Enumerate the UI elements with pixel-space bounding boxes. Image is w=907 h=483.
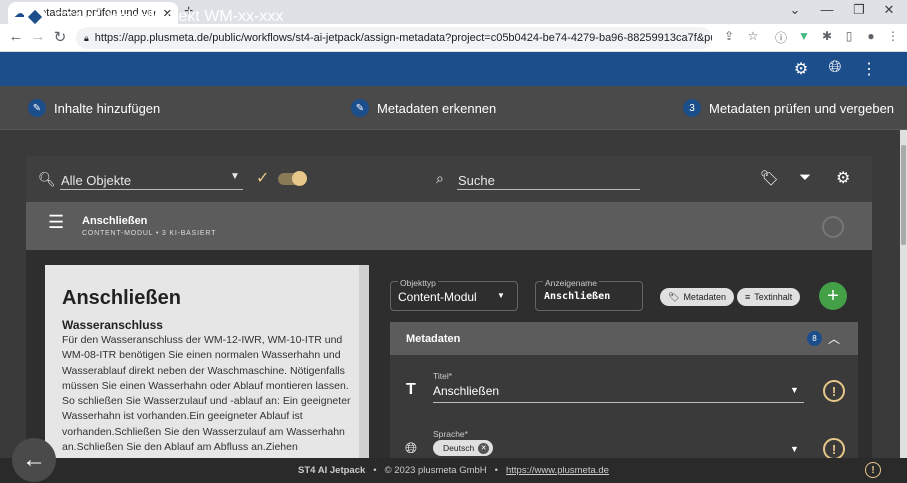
preview-scrollbar[interactable] (359, 265, 369, 458)
warning-icon: ! (823, 380, 845, 402)
step-metadaten-pruefen[interactable]: 3 Metadaten prüfen und vergeben (683, 99, 894, 117)
pencil-icon: ✎ (28, 99, 46, 117)
sprache-chip[interactable]: Deutsch ✕ (433, 440, 494, 456)
chip-remove-icon[interactable]: ✕ (478, 442, 490, 454)
share-icon[interactable]: ⇪ (720, 29, 738, 43)
arrow-left-icon: ← (22, 446, 46, 473)
search-icon: ⌕ (436, 170, 444, 186)
project-title: Projekt WM-xx-xxx (150, 8, 284, 25)
filter-search-icon: 🔍︎ (38, 171, 56, 187)
profile-avatar-icon[interactable]: ● (862, 29, 880, 43)
toggle-knob[interactable] (292, 171, 307, 186)
dropdown-arrow-icon[interactable]: ▼ (230, 171, 240, 182)
app-header (0, 52, 907, 86)
text-type-icon: T (406, 381, 416, 398)
sprache-label: Sprache* (433, 429, 468, 439)
panel-toolbar (26, 156, 872, 202)
close-window-icon[interactable]: ✕ (874, 2, 904, 18)
metadaten-title: Metadaten (406, 333, 461, 345)
chip-label: Deutsch (443, 443, 475, 453)
preview-body: Für den Wasseranschluss der WM-12-IWR, W… (62, 334, 351, 454)
anzeigename-value: Anschließen (544, 291, 611, 302)
extension-vue-icon[interactable]: ▼ (795, 29, 813, 43)
gear-icon[interactable]: ⚙ (791, 59, 811, 79)
filter-select[interactable]: Alle Objekte (61, 173, 131, 188)
lock-icon: 🔒︎ (84, 32, 89, 43)
restore-icon[interactable]: ❐ (844, 2, 874, 18)
back-arrow-icon[interactable]: ← (6, 28, 26, 45)
metadaten-count-badge: 8 (807, 331, 822, 346)
extension-1password-icon[interactable]: ⓘ (772, 29, 790, 46)
minimize-icon[interactable]: — (812, 2, 842, 17)
step-label: Metadaten prüfen und vergeben (709, 100, 895, 116)
titel-underline (433, 402, 804, 403)
module-title: Anschließen (82, 215, 148, 227)
footer-copyright: © 2023 plusmeta GmbH (384, 465, 487, 476)
search-input[interactable]: Suche (458, 173, 495, 188)
anzeigename-label: Anzeigename (543, 278, 599, 288)
chip-label: Metadaten (683, 292, 726, 302)
textinhalt-chip[interactable]: ≡ Textinhalt (737, 288, 801, 306)
titel-value[interactable]: Anschließen (433, 384, 499, 398)
objekttyp-value: Content-Modul (398, 290, 477, 304)
more-vert-icon[interactable]: ⋮ (859, 59, 879, 79)
step-label: Inhalte hinzufügen (54, 100, 161, 116)
footer-link[interactable]: https://www.plusmeta.de (506, 465, 609, 476)
footer-brand: ST4 AI Jetpack (298, 465, 366, 476)
module-subtitle: CONTENT-MODUL • 3 KI-BASIERT (82, 230, 217, 237)
globe-icon: 🌐︎ (405, 440, 418, 457)
filter-add-icon[interactable]: ⏷ (799, 169, 811, 186)
warning-icon[interactable]: ! (865, 462, 881, 478)
tag-add-icon[interactable]: 🏷︎ (760, 169, 779, 187)
extensions-puzzle-icon[interactable]: ✱ (818, 29, 836, 43)
preview-subheading: Wasseranschluss (62, 318, 163, 332)
step-label: Metadaten erkennen (377, 100, 497, 116)
settings-gear-icon[interactable]: ⚙ (836, 168, 850, 188)
preview-heading: Anschließen (62, 287, 181, 309)
text-lines-icon: ☰ (48, 212, 65, 232)
loading-spinner (822, 216, 844, 238)
objekttyp-label: Objekttyp (398, 278, 438, 288)
browser-toolbar: ← → ↻ 🔒︎ https://app.plusmeta.de/public/… (0, 24, 907, 52)
dropdown-arrow-icon[interactable]: ▼ (497, 291, 505, 300)
browser-menu-icon[interactable]: ⋮ (884, 29, 902, 43)
side-panel-icon[interactable]: ▯ (840, 29, 858, 43)
footer-separator: • (494, 465, 498, 476)
chevron-up-icon[interactable]: ︿ (828, 330, 840, 347)
bookmark-star-icon[interactable]: ☆ (744, 29, 762, 43)
pencil-icon: ✎ (351, 99, 369, 117)
tab-search-icon[interactable]: ⌄ (780, 2, 810, 18)
footer-separator: • (373, 465, 377, 476)
text-lines-icon: ≡ (745, 292, 751, 302)
address-url: https://app.plusmeta.de/public/workflows… (94, 32, 712, 44)
filter-underline (60, 189, 243, 190)
st4-logo-icon (24, 6, 46, 28)
warning-icon: ! (823, 438, 845, 460)
back-fab[interactable]: ← (12, 438, 56, 482)
reload-icon[interactable]: ↻ (50, 28, 70, 46)
app-footer: ST4 AI Jetpack • © 2023 plusmeta GmbH • … (0, 458, 907, 483)
dropdown-arrow-icon[interactable]: ▼ (790, 444, 799, 454)
tag-icon: 🏷︎ (668, 291, 680, 302)
chip-label: Textinhalt (754, 292, 793, 302)
address-bar[interactable]: 🔒︎ https://app.plusmeta.de/public/workfl… (76, 27, 712, 49)
step-metadaten-erkennen[interactable]: ✎ Metadaten erkennen (351, 99, 496, 117)
dropdown-arrow-icon[interactable]: ▼ (790, 385, 799, 395)
metadaten-chip[interactable]: 🏷︎ Metadaten (660, 288, 734, 306)
check-icon: ✓ (256, 170, 270, 187)
step-inhalte-hinzufuegen[interactable]: ✎ Inhalte hinzufügen (28, 99, 160, 117)
titel-label: Titel* (433, 371, 453, 381)
search-underline (457, 189, 640, 190)
globe-icon[interactable]: 🌐︎ (825, 59, 845, 77)
add-button[interactable]: + (819, 282, 847, 310)
step-number: 3 (683, 99, 701, 117)
app-brand: ST4 AI Jetpack (54, 9, 155, 26)
module-header (26, 202, 872, 250)
forward-arrow-icon[interactable]: → (28, 28, 48, 45)
page-scrollbar-thumb[interactable] (901, 145, 906, 245)
